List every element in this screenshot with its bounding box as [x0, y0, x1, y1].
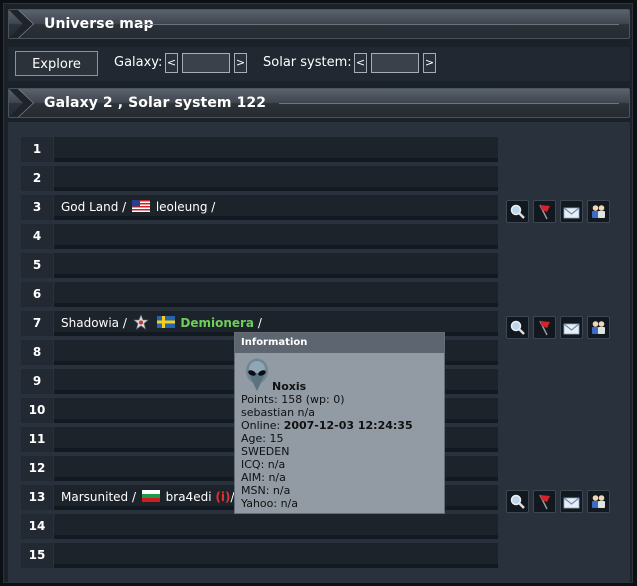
position-number: 3: [21, 195, 53, 220]
player-name[interactable]: bra4edi: [166, 490, 212, 504]
msn-text: MSN: n/a: [241, 484, 291, 497]
table-row: 6: [21, 282, 498, 307]
solar-system-prev-button[interactable]: <: [354, 53, 367, 73]
universe-map-header: Universe map: [8, 9, 630, 39]
separator: /: [254, 316, 262, 330]
flag-icon[interactable]: [533, 316, 556, 339]
tooltip-body: Noxis Points: 158 (wp: 0) sebastian n/a …: [241, 359, 413, 510]
bulgaria-flag-icon: [141, 490, 160, 502]
flag-icon[interactable]: [533, 490, 556, 513]
empty-slot: [54, 166, 498, 191]
rank-star-icon: [132, 314, 149, 330]
flag-icon[interactable]: [533, 200, 556, 223]
planet-name[interactable]: Shadowia: [61, 316, 119, 330]
planet-info: Shadowia / Demionera /: [61, 311, 262, 336]
search-icon[interactable]: [506, 200, 529, 223]
realname-text: sebastian n/a: [241, 406, 315, 419]
planet-info: God Land / leoleung /: [61, 195, 215, 220]
buddy-icon[interactable]: [587, 490, 610, 513]
position-number: 1: [21, 137, 53, 162]
player-info-tooltip: Information Noxis Points: 158 (wp: 0) se…: [234, 332, 445, 514]
search-icon[interactable]: [506, 316, 529, 339]
position-number: 9: [21, 369, 53, 394]
inactive-tag: (i): [215, 490, 231, 504]
sweden-flag-icon: [156, 316, 175, 328]
buddy-icon[interactable]: [587, 316, 610, 339]
empty-slot: [54, 253, 498, 278]
mail-icon[interactable]: [560, 490, 583, 513]
mail-icon[interactable]: [560, 316, 583, 339]
separator: /: [118, 200, 131, 214]
position-number: 13: [21, 485, 53, 510]
empty-slot: [54, 137, 498, 162]
search-icon[interactable]: [506, 490, 529, 513]
online-value: 2007-12-03 12:24:35: [283, 419, 413, 432]
table-row: 15: [21, 543, 498, 568]
galaxy-input[interactable]: [182, 53, 230, 73]
solar-system-input[interactable]: [371, 53, 419, 73]
planet-info: Marsunited / bra4edi (i)/: [61, 485, 235, 510]
position-number: 10: [21, 398, 53, 423]
usa-flag-icon: [132, 200, 151, 212]
table-row: 3 God Land / leoleung /: [21, 195, 498, 220]
position-number: 11: [21, 427, 53, 452]
separator: /: [207, 200, 216, 214]
position-number: 6: [21, 282, 53, 307]
points-text: Points: 158 (wp: 0): [241, 393, 345, 406]
solar-system-header: Galaxy 2 , Solar system 122: [8, 88, 630, 118]
icq-text: ICQ: n/a: [241, 458, 286, 471]
table-row: 1: [21, 137, 498, 162]
position-number: 7: [21, 311, 53, 336]
planet-name[interactable]: God Land: [61, 200, 118, 214]
position-number: 5: [21, 253, 53, 278]
position-number: 4: [21, 224, 53, 249]
empty-slot: [54, 282, 498, 307]
explore-button[interactable]: Explore: [15, 51, 98, 76]
position-number: 2: [21, 166, 53, 191]
solar-system-next-button[interactable]: >: [423, 53, 436, 73]
tooltip-title: Information: [235, 333, 444, 353]
buddy-icon[interactable]: [587, 200, 610, 223]
empty-slot: [54, 224, 498, 249]
galaxy-prev-button[interactable]: <: [165, 53, 178, 73]
age-text: Age: 15: [241, 432, 284, 445]
table-row: 5: [21, 253, 498, 278]
player-title: Noxis: [272, 380, 307, 393]
empty-slot: [54, 543, 498, 568]
separator: /: [128, 490, 140, 504]
galaxy-next-button[interactable]: >: [234, 53, 247, 73]
empty-slot: [54, 514, 498, 539]
table-row: 2: [21, 166, 498, 191]
solar-system-title: Galaxy 2 , Solar system 122: [44, 95, 267, 111]
country-text: SWEDEN: [241, 445, 290, 458]
position-number: 12: [21, 456, 53, 481]
solar-system-label: Solar system:: [263, 55, 352, 70]
table-row: 14: [21, 514, 498, 539]
table-row: 4: [21, 224, 498, 249]
position-number: 8: [21, 340, 53, 365]
separator: /: [119, 316, 131, 330]
position-number: 15: [21, 543, 53, 568]
galaxy-label: Galaxy:: [114, 55, 163, 70]
header-divider: [139, 24, 619, 25]
player-name[interactable]: leoleung: [156, 200, 208, 214]
navigation-toolbar: Explore Galaxy: < > Solar system: < >: [8, 47, 630, 81]
page-title: Universe map: [44, 16, 154, 32]
online-text: Online: 2007-12-03 12:24:35: [241, 419, 413, 432]
player-name[interactable]: Demionera: [180, 316, 254, 330]
header-divider: [279, 103, 619, 104]
position-number: 14: [21, 514, 53, 539]
aim-text: AIM: n/a: [241, 471, 286, 484]
mail-icon[interactable]: [560, 200, 583, 223]
online-label: Online:: [241, 419, 284, 432]
chevron-right-icon: [9, 10, 34, 38]
planet-name[interactable]: Marsunited: [61, 490, 128, 504]
yahoo-text: Yahoo: n/a: [241, 497, 298, 510]
chevron-right-icon: [9, 89, 34, 117]
